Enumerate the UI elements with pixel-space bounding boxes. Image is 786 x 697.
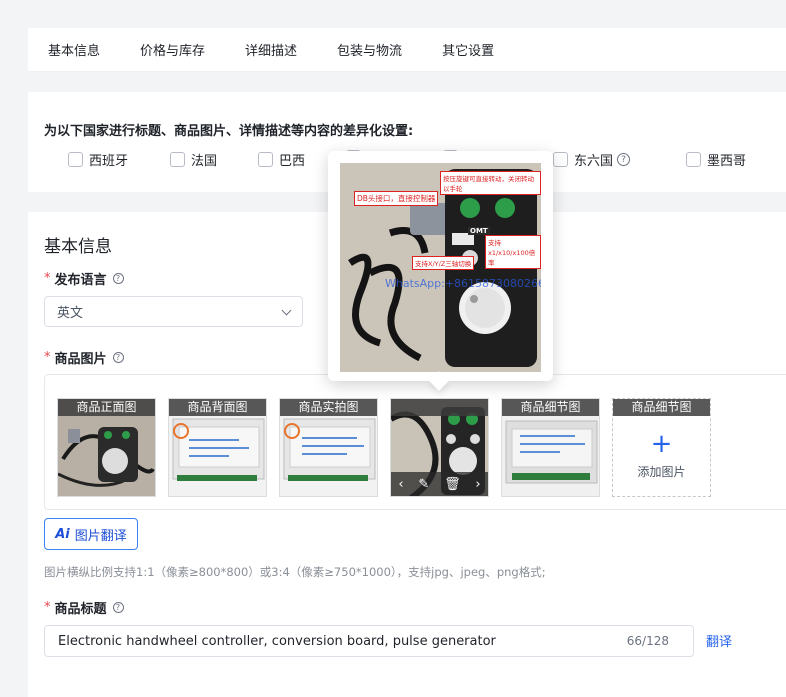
- help-icon[interactable]: ?: [617, 153, 631, 166]
- country-settings-title: 为以下国家进行标题、商品图片、详情描述等内容的差异化设置:: [44, 124, 414, 139]
- add-image-label: 添加图片: [637, 465, 686, 479]
- image-thumb-front[interactable]: 商品正面图: [57, 398, 156, 497]
- images-label: * 商品图片 ?: [44, 348, 124, 367]
- title-label: * 商品标题 ?: [44, 598, 124, 617]
- checkbox-label: 巴西: [279, 154, 306, 169]
- translate-link[interactable]: 翻译: [706, 631, 732, 650]
- checkbox-box[interactable]: [553, 152, 568, 167]
- checkbox-label: 法国: [191, 154, 218, 169]
- watermark-label: 支持x1/x10/x100倍率: [485, 235, 541, 269]
- watermark-text: WhatsApp:+8615873080266: [385, 277, 541, 290]
- language-label-text: 发布语言: [54, 273, 107, 288]
- title-label-text: 商品标题: [54, 602, 107, 617]
- required-mark: *: [44, 350, 51, 365]
- checkbox-brazil[interactable]: 巴西: [258, 150, 305, 169]
- product-title-input[interactable]: Electronic handwheel controller, convers…: [44, 625, 694, 657]
- thumb-label: 商品正面图: [58, 399, 155, 416]
- section-title: 基本信息: [44, 237, 112, 257]
- add-image-button[interactable]: 商品细节图 + 添加图片: [612, 398, 711, 497]
- product-title-value: Electronic handwheel controller, convers…: [58, 633, 496, 649]
- thumb-label: 商品实拍图: [280, 399, 377, 416]
- language-select[interactable]: 英文: [44, 296, 303, 327]
- required-mark: *: [44, 271, 51, 286]
- checkbox-label: 东六国: [574, 154, 614, 169]
- chevron-down-icon: [281, 305, 292, 316]
- title-char-counter: 66/128: [626, 634, 669, 648]
- watermark-label: 支持X/Y/Z三轴切换: [412, 256, 475, 270]
- tab-basic-info[interactable]: 基本信息: [48, 40, 100, 59]
- image-preview-popover: DB头接口，直接控制器 按压旋键可直接转动，关闭转动以手轮 支持x1/x10/x…: [328, 151, 553, 391]
- ai-icon: Ai: [55, 526, 70, 542]
- tab-price-stock[interactable]: 价格与库存: [140, 40, 205, 59]
- checkbox-mexico[interactable]: 墨西哥: [686, 150, 746, 169]
- edit-icon[interactable]: ✎: [418, 477, 429, 492]
- help-icon[interactable]: ?: [112, 352, 124, 363]
- chevron-right-icon[interactable]: ›: [475, 477, 480, 492]
- checkbox-middle-east-six[interactable]: 东六国 ?: [553, 150, 631, 169]
- thumb-toolbar: ‹ ✎ 🗑 ›: [391, 472, 488, 496]
- watermark-label: 按压旋键可直接转动，关闭转动以手轮: [440, 171, 541, 195]
- help-icon[interactable]: ?: [112, 273, 124, 284]
- image-thumb-hovered[interactable]: ‹ ✎ 🗑 ›: [390, 398, 489, 497]
- watermark-label: DB头接口，直接控制器: [354, 191, 439, 206]
- tab-bar: 基本信息 价格与库存 详细描述 包装与物流 其它设置: [28, 28, 786, 72]
- image-format-hint: 图片横纵比例支持1:1（像素≥800*800）或3:4（像素≥750*1000）…: [44, 565, 546, 579]
- checkbox-label: 墨西哥: [707, 154, 747, 169]
- images-label-text: 商品图片: [54, 352, 107, 367]
- image-translate-label: 图片翻译: [74, 528, 127, 544]
- tab-other-settings[interactable]: 其它设置: [442, 40, 494, 59]
- thumb-label: 商品细节图: [502, 399, 599, 416]
- checkbox-france[interactable]: 法国: [170, 150, 217, 169]
- image-thumb-detail[interactable]: 商品细节图: [501, 398, 600, 497]
- checkbox-box[interactable]: [170, 152, 185, 167]
- required-mark: *: [44, 600, 51, 615]
- checkbox-label: 西班牙: [89, 154, 129, 169]
- checkbox-spain[interactable]: 西班牙: [68, 150, 128, 169]
- device-brand-label: OMT: [468, 227, 490, 235]
- image-thumb-real[interactable]: 商品实拍图: [279, 398, 378, 497]
- language-label: * 发布语言 ?: [44, 269, 124, 288]
- checkbox-box[interactable]: [686, 152, 701, 167]
- checkbox-box[interactable]: [258, 152, 273, 167]
- image-thumb-back[interactable]: 商品背面图: [168, 398, 267, 497]
- checkbox-box[interactable]: [68, 152, 83, 167]
- trash-icon[interactable]: 🗑: [444, 477, 461, 492]
- chevron-left-icon[interactable]: ‹: [398, 477, 403, 492]
- preview-image: DB头接口，直接控制器 按压旋键可直接转动，关闭转动以手轮 支持x1/x10/x…: [340, 163, 541, 372]
- tab-detail-description[interactable]: 详细描述: [245, 40, 297, 59]
- thumb-label: 商品细节图: [613, 399, 710, 416]
- thumb-label: 商品背面图: [169, 399, 266, 416]
- help-icon[interactable]: ?: [112, 602, 124, 613]
- image-translate-button[interactable]: Ai 图片翻译: [44, 518, 138, 550]
- tab-packaging-logistics[interactable]: 包装与物流: [337, 40, 402, 59]
- language-select-value: 英文: [57, 306, 84, 321]
- thumb-label: [391, 399, 488, 416]
- plus-icon: +: [650, 429, 673, 459]
